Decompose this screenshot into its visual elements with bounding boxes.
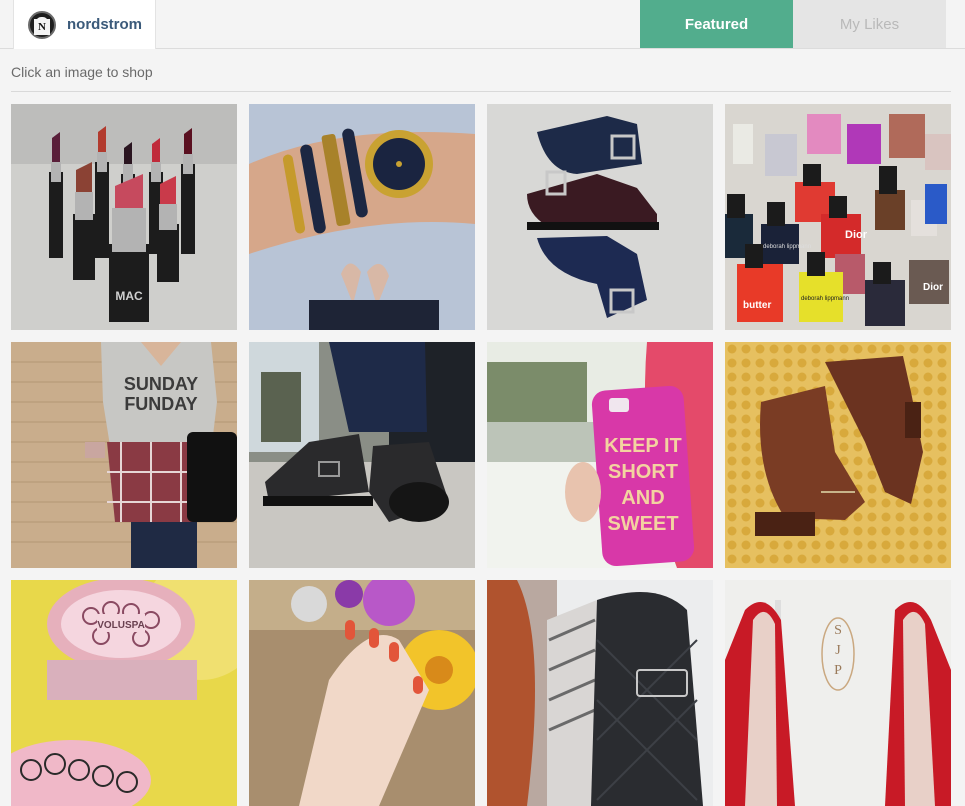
- svg-text:J: J: [835, 643, 841, 658]
- svg-text:P: P: [834, 663, 842, 678]
- svg-text:VOLUSPA: VOLUSPA: [97, 620, 145, 631]
- svg-text:butter: butter: [743, 300, 771, 311]
- nordstrom-logo-icon: N: [28, 10, 56, 39]
- watch-bracelets-image: [249, 104, 475, 330]
- product-tile-brown-boots[interactable]: [725, 342, 951, 568]
- product-tile-phone-case[interactable]: KEEP IT SHORT AND SWEET: [487, 342, 713, 568]
- product-tile-sunday-funday-tee[interactable]: SUNDAY FUNDAY: [11, 342, 237, 568]
- sunday-funday-image: SUNDAY FUNDAY: [11, 342, 237, 568]
- navy-boots-image: [487, 104, 713, 330]
- svg-text:SHORT: SHORT: [608, 461, 678, 483]
- divider: [11, 91, 951, 92]
- lipsticks-image: MAC: [11, 104, 237, 330]
- brand-name[interactable]: nordstrom: [67, 16, 142, 33]
- brand-profile[interactable]: N nordstrom: [13, 0, 156, 49]
- svg-text:MAC: MAC: [115, 289, 143, 303]
- quilted-backpack-image: [487, 580, 713, 806]
- brown-boots-image: [725, 342, 951, 568]
- phone-case-image: KEEP IT SHORT AND SWEET: [487, 342, 713, 568]
- product-tile-navy-boots[interactable]: [487, 104, 713, 330]
- svg-text:deborah lippmann: deborah lippmann: [763, 244, 811, 250]
- svg-text:AND: AND: [621, 487, 664, 509]
- nail-polish-image: Dior butter deborah lippmann deborah lip…: [725, 104, 951, 330]
- svg-text:Dior: Dior: [923, 282, 943, 293]
- tab-my-likes[interactable]: My Likes: [793, 0, 946, 48]
- page-instruction: Click an image to shop: [11, 64, 153, 80]
- black-boots-image: [249, 342, 475, 568]
- red-heels-image: S J P: [725, 580, 951, 806]
- svg-text:SUNDAY: SUNDAY: [124, 374, 198, 394]
- product-tile-voluspa-candles[interactable]: VOLUSPA: [11, 580, 237, 806]
- svg-text:deborah lippmann: deborah lippmann: [801, 296, 849, 302]
- image-grid: MAC Dior butter deborah lippmann deborah…: [11, 104, 951, 806]
- product-tile-watch[interactable]: [249, 104, 475, 330]
- svg-text:FUNDAY: FUNDAY: [124, 394, 197, 414]
- tab-featured[interactable]: Featured: [640, 0, 793, 48]
- product-tile-red-heels[interactable]: S J P: [725, 580, 951, 806]
- product-tile-lipsticks[interactable]: MAC: [11, 104, 237, 330]
- svg-text:KEEP IT: KEEP IT: [604, 435, 681, 457]
- top-bar: N nordstrom Featured My Likes: [0, 0, 965, 49]
- manicure-flowers-image: [249, 580, 475, 806]
- svg-text:Dior: Dior: [845, 229, 868, 241]
- voluspa-candles-image: VOLUSPA: [11, 580, 237, 806]
- svg-text:S: S: [834, 623, 842, 638]
- product-tile-black-boots[interactable]: [249, 342, 475, 568]
- svg-text:SWEET: SWEET: [607, 513, 678, 535]
- product-tile-manicure-flowers[interactable]: [249, 580, 475, 806]
- product-tile-nail-polish[interactable]: Dior butter deborah lippmann deborah lip…: [725, 104, 951, 330]
- product-tile-quilted-backpack[interactable]: [487, 580, 713, 806]
